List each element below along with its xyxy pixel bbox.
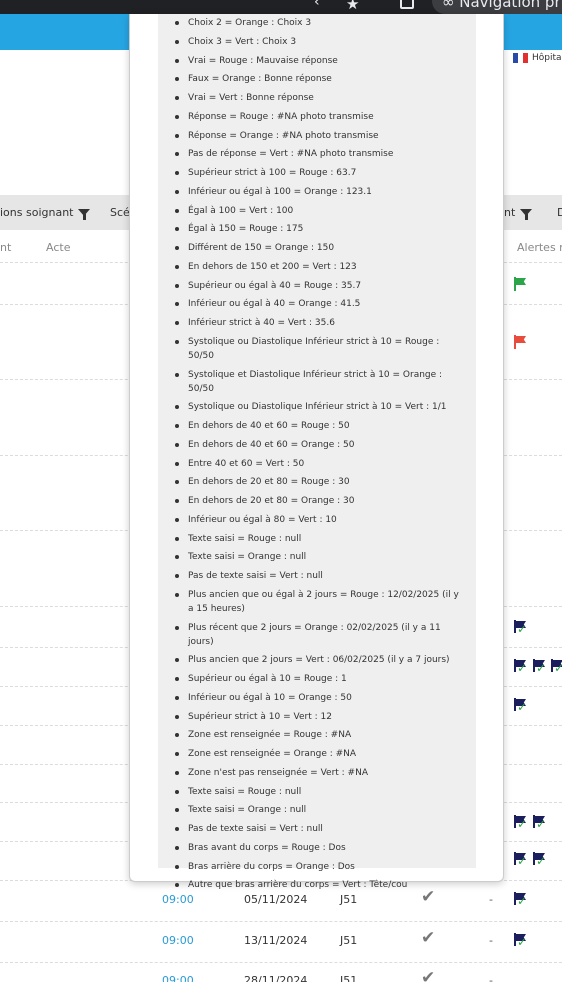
red-flag-icon: [513, 335, 527, 349]
flag-check-icon: ✓: [513, 698, 531, 714]
legend-item: Égal à 100 = Vert : 100: [175, 204, 466, 218]
row-code: J51: [340, 974, 358, 982]
filter-label: D: [557, 206, 562, 219]
legend-item: Texte saisi = Orange : null: [175, 803, 466, 817]
legend-item: Supérieur strict à 100 = Rouge : 63.7: [175, 166, 466, 180]
row-time-link[interactable]: 09:00: [162, 934, 194, 947]
legend-item: Pas de réponse = Vert : #NA photo transm…: [175, 147, 466, 161]
filter-icon[interactable]: [78, 209, 91, 220]
legend-item: Texte saisi = Rouge : null: [175, 532, 466, 546]
alert-legend-panel: Choix 2 = Orange : Choix 3 Choix 3 = Ver…: [158, 14, 476, 890]
legend-item: En dehors de 20 et 80 = Rouge : 30: [175, 475, 466, 489]
legend-item: Bras avant du corps = Rouge : Dos: [175, 841, 466, 855]
filter-label: nt: [504, 206, 516, 219]
legend-item: Bras arrière du corps = Orange : Dos: [175, 860, 466, 874]
flag-check-icon: ✓: [532, 815, 550, 831]
row-date: 05/11/2024: [244, 893, 308, 906]
legend-item: Supérieur ou égal à 40 = Rouge : 35.7: [175, 279, 466, 293]
filter-icon[interactable]: [520, 209, 533, 220]
legend-item: Plus ancien que ou égal à 2 jours = Roug…: [175, 588, 466, 616]
row-time-link[interactable]: 09:00: [162, 974, 194, 982]
flag-check-icon: ✓: [513, 933, 531, 949]
french-flag-icon: [513, 53, 528, 63]
legend-item: Systolique ou Diastolique Inférieur stri…: [175, 400, 466, 414]
row-code: J51: [340, 934, 358, 947]
flag-check-icon: ✓: [532, 852, 550, 868]
flag-check-icon: ✓: [513, 815, 531, 831]
legend-item: Réponse = Orange : #NA photo transmise: [175, 129, 466, 143]
legend-item: Différent de 150 = Orange : 150: [175, 241, 466, 255]
flag-check-icon: ✓: [513, 852, 531, 868]
filter-care-actions[interactable]: ions soignant: [0, 206, 91, 220]
row-divider: [0, 921, 562, 922]
checkmark-icon: ✔: [421, 928, 436, 948]
row-divider: [0, 962, 562, 963]
legend-item: Vrai = Vert : Bonne réponse: [175, 91, 466, 105]
legend-item: Choix 2 = Orange : Choix 3: [175, 16, 466, 30]
legend-item: Texte saisi = Orange : null: [175, 550, 466, 564]
bookmark-star-icon[interactable]: ★: [346, 0, 359, 13]
filter-date[interactable]: D: [557, 206, 562, 219]
filter-label: Scé: [110, 206, 130, 219]
legend-item: En dehors de 40 et 60 = Orange : 50: [175, 438, 466, 452]
legend-item: Inférieur ou égal à 80 = Vert : 10: [175, 513, 466, 527]
legend-item: Entre 40 et 60 = Vert : 50: [175, 457, 466, 471]
extensions-icon[interactable]: [400, 0, 414, 9]
legend-item: Choix 3 = Vert : Choix 3: [175, 35, 466, 49]
back-arrow-icon[interactable]: ‹: [314, 0, 320, 10]
legend-item: Systolique et Diastolique Inférieur stri…: [175, 368, 466, 396]
legend-item: Inférieur strict à 40 = Vert : 35.6: [175, 316, 466, 330]
row-dash: -: [489, 974, 493, 982]
column-header-acte[interactable]: Acte: [46, 241, 70, 254]
browser-toolbar: ‹ ★ ∞ Navigation privée: [0, 0, 562, 14]
legend-item: Zone n'est pas renseignée = Vert : #NA: [175, 766, 466, 780]
legend-item: Zone est renseignée = Rouge : #NA: [175, 728, 466, 742]
legend-item: Pas de texte saisi = Vert : null: [175, 569, 466, 583]
private-browsing-label: Navigation privée: [459, 0, 562, 11]
legend-item: Systolique ou Diastolique Inférieur stri…: [175, 335, 466, 363]
legend-item: Vrai = Rouge : Mauvaise réponse: [175, 54, 466, 68]
column-header-alerts[interactable]: Alertes ré: [517, 241, 562, 254]
legend-item: Supérieur strict à 10 = Vert : 12: [175, 710, 466, 724]
legend-item: Inférieur ou égal à 40 = Orange : 41.5: [175, 297, 466, 311]
row-time-link[interactable]: 09:00: [162, 893, 194, 906]
flag-check-icon: ✓: [550, 659, 562, 675]
private-browsing-badge: ∞ Navigation privée: [432, 0, 562, 14]
flag-check-icon: ✓: [513, 620, 531, 636]
filter-alert[interactable]: nt: [504, 206, 533, 220]
flag-check-icon: ✓: [532, 659, 550, 675]
legend-item: Texte saisi = Rouge : null: [175, 785, 466, 799]
row-date: 28/11/2024: [244, 974, 308, 982]
row-code: J51: [340, 893, 358, 906]
legend-item: En dehors de 150 et 200 = Vert : 123: [175, 260, 466, 274]
legend-item: Inférieur ou égal à 10 = Orange : 50: [175, 691, 466, 705]
legend-item: Réponse = Rouge : #NA photo transmise: [175, 110, 466, 124]
legend-item: Pas de texte saisi = Vert : null: [175, 822, 466, 836]
filter-label: ions soignant: [0, 206, 74, 219]
legend-item: Égal à 150 = Rouge : 175: [175, 222, 466, 236]
language-selector[interactable]: Hôpital: [513, 53, 562, 63]
column-header[interactable]: nt: [0, 241, 11, 254]
legend-item: Faux = Orange : Bonne réponse: [175, 72, 466, 86]
legend-item: En dehors de 40 et 60 = Rouge : 50: [175, 419, 466, 433]
row-dash: -: [489, 934, 493, 947]
alert-legend-list: Choix 2 = Orange : Choix 3 Choix 3 = Ver…: [158, 16, 476, 892]
alert-legend-popup: Choix 2 = Orange : Choix 3 Choix 3 = Ver…: [129, 14, 504, 890]
row-date: 13/11/2024: [244, 934, 308, 947]
legend-item: Inférieur ou égal à 100 = Orange : 123.1: [175, 185, 466, 199]
flag-check-icon: ✓: [513, 892, 531, 908]
legend-item: En dehors de 20 et 80 = Orange : 30: [175, 494, 466, 508]
row-dash: -: [489, 893, 493, 906]
legend-item: Supérieur ou égal à 10 = Rouge : 1: [175, 672, 466, 686]
legend-item: Plus ancien que 2 jours = Vert : 06/02/2…: [175, 653, 466, 667]
checkmark-icon: ✔: [421, 968, 436, 982]
hospital-label: Hôpital: [532, 53, 562, 63]
legend-item: Plus récent que 2 jours = Orange : 02/02…: [175, 621, 466, 649]
flag-check-icon: ✓: [513, 659, 531, 675]
green-flag-icon: [513, 277, 527, 291]
filter-scenario[interactable]: Scé: [110, 206, 130, 219]
legend-item: Autre que bras arrière du corps = Vert :…: [175, 878, 466, 892]
legend-item: Zone est renseignée = Orange : #NA: [175, 747, 466, 761]
